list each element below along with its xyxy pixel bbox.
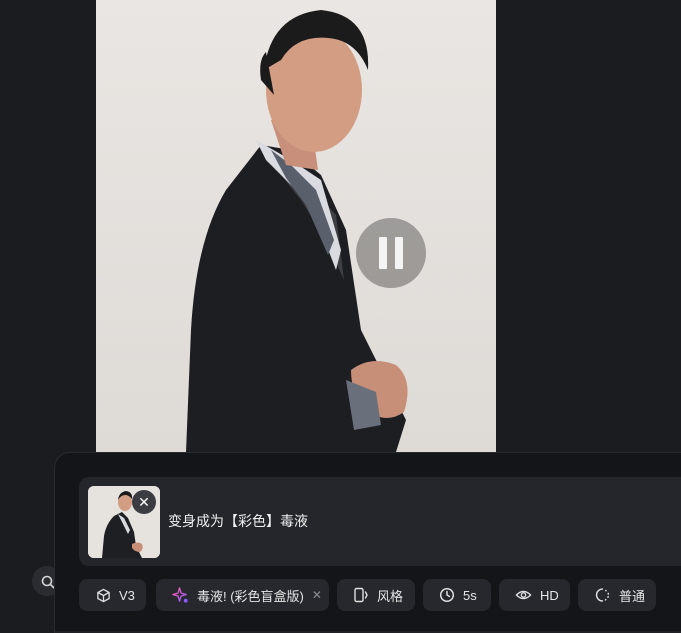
video-preview[interactable] — [96, 0, 496, 452]
cube-icon — [97, 588, 110, 602]
duration-label: 5s — [463, 587, 477, 603]
effect-selector[interactable]: 毒液! (彩色盲盒版) ✕ — [156, 579, 329, 611]
prompt-text[interactable]: 变身成为【彩色】毒液 — [168, 511, 308, 531]
composer-panel: ✕ 变身成为【彩色】毒液 V3 毒液! (彩色盲盒版) ✕ 风格 5s HD 普… — [54, 452, 681, 633]
pause-button[interactable] — [356, 218, 426, 288]
quality-label: HD — [540, 587, 559, 603]
close-icon: ✕ — [138, 494, 150, 510]
clock-icon — [439, 587, 455, 603]
pause-bar-right — [395, 237, 403, 269]
mode-label: 普通 — [619, 588, 646, 604]
quality-selector[interactable]: HD — [499, 579, 570, 611]
model-selector[interactable]: V3 — [79, 579, 146, 611]
remove-reference-button[interactable]: ✕ — [132, 490, 156, 514]
style-selector[interactable]: 风格 — [337, 579, 415, 611]
style-label: 风格 — [377, 588, 404, 604]
mode-selector[interactable]: 普通 — [578, 579, 656, 611]
portrait-image — [186, 10, 408, 452]
aspect-ratio-icon — [354, 587, 368, 603]
search-icon — [41, 575, 55, 589]
speed-icon — [595, 588, 610, 602]
model-label: V3 — [119, 587, 135, 603]
sparkle-icon — [172, 586, 188, 603]
clear-effect-icon[interactable]: ✕ — [312, 588, 322, 602]
pause-bar-left — [379, 237, 387, 269]
prompt-card[interactable]: ✕ 变身成为【彩色】毒液 — [79, 477, 681, 566]
effect-label: 毒液! (彩色盲盒版) — [197, 588, 304, 604]
duration-selector[interactable]: 5s — [423, 579, 491, 611]
eye-icon — [515, 590, 532, 600]
